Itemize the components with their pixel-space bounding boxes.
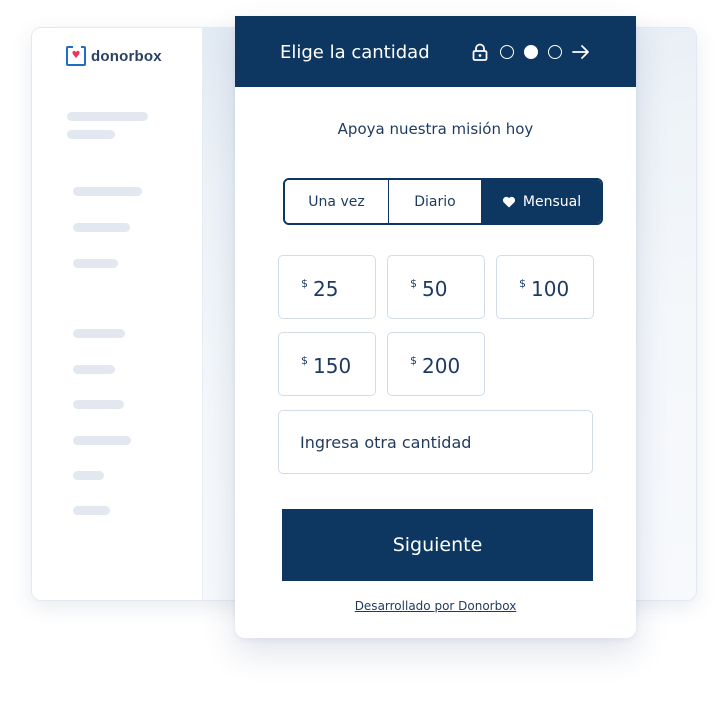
frequency-once-tab[interactable]: Una vez xyxy=(285,180,389,223)
amount-value: 25 xyxy=(313,277,339,301)
amount-option-150[interactable]: $ 150 xyxy=(278,332,376,396)
amount-option-25[interactable]: $ 25 xyxy=(278,255,376,319)
sidebar: ♥ donorbox xyxy=(32,28,203,600)
sidebar-placeholder-line xyxy=(73,187,142,196)
step-dot-3 xyxy=(548,45,562,59)
sidebar-placeholder-line xyxy=(73,365,115,374)
brand-name: donorbox xyxy=(91,47,162,65)
sidebar-placeholder-line xyxy=(73,329,125,338)
powered-by-link[interactable]: Desarrollado por Donorbox xyxy=(235,599,636,613)
step-dot-2-current xyxy=(524,45,538,59)
amount-value: 200 xyxy=(422,354,461,378)
sidebar-placeholder-line xyxy=(73,223,130,232)
lock-icon xyxy=(472,43,488,61)
other-amount-input[interactable] xyxy=(278,410,593,474)
frequency-selector: Una vez Diario Mensual xyxy=(283,178,603,225)
currency-symbol: $ xyxy=(410,354,417,367)
sidebar-placeholder-line xyxy=(67,130,115,139)
sidebar-placeholder-line xyxy=(73,471,104,480)
currency-symbol: $ xyxy=(410,277,417,290)
currency-symbol: $ xyxy=(301,277,308,290)
currency-symbol: $ xyxy=(519,277,526,290)
frequency-label: Mensual xyxy=(522,193,582,210)
brand-logo: ♥ donorbox xyxy=(66,45,162,66)
frequency-daily-tab[interactable]: Diario xyxy=(389,180,482,223)
step-indicator xyxy=(472,43,590,61)
amount-option-50[interactable]: $ 50 xyxy=(387,255,485,319)
currency-symbol: $ xyxy=(301,354,308,367)
sidebar-placeholder-line xyxy=(73,436,131,445)
sidebar-placeholder-line xyxy=(73,506,110,515)
donation-form: Elige la cantidad Apoya nuestra misión h… xyxy=(235,16,636,638)
amount-option-200[interactable]: $ 200 xyxy=(387,332,485,396)
sidebar-placeholder-line xyxy=(73,400,124,409)
form-title: Elige la cantidad xyxy=(280,42,430,63)
sidebar-placeholder-line xyxy=(67,112,148,121)
frequency-monthly-tab[interactable]: Mensual xyxy=(482,180,601,223)
arrow-right-icon[interactable] xyxy=(572,44,590,60)
amount-value: 100 xyxy=(531,277,570,301)
donorbox-logo-icon: ♥ xyxy=(66,45,86,66)
amount-value: 150 xyxy=(313,354,352,378)
amount-option-100[interactable]: $ 100 xyxy=(496,255,594,319)
next-button[interactable]: Siguiente xyxy=(282,509,593,581)
step-dot-1 xyxy=(500,45,514,59)
sidebar-placeholder-line xyxy=(73,259,118,268)
amount-value: 50 xyxy=(422,277,448,301)
form-subtitle: Apoya nuestra misión hoy xyxy=(337,120,534,138)
heart-icon xyxy=(502,196,515,207)
frequency-label: Diario xyxy=(414,193,456,210)
form-header: Elige la cantidad xyxy=(235,16,636,87)
frequency-label: Una vez xyxy=(308,193,365,210)
